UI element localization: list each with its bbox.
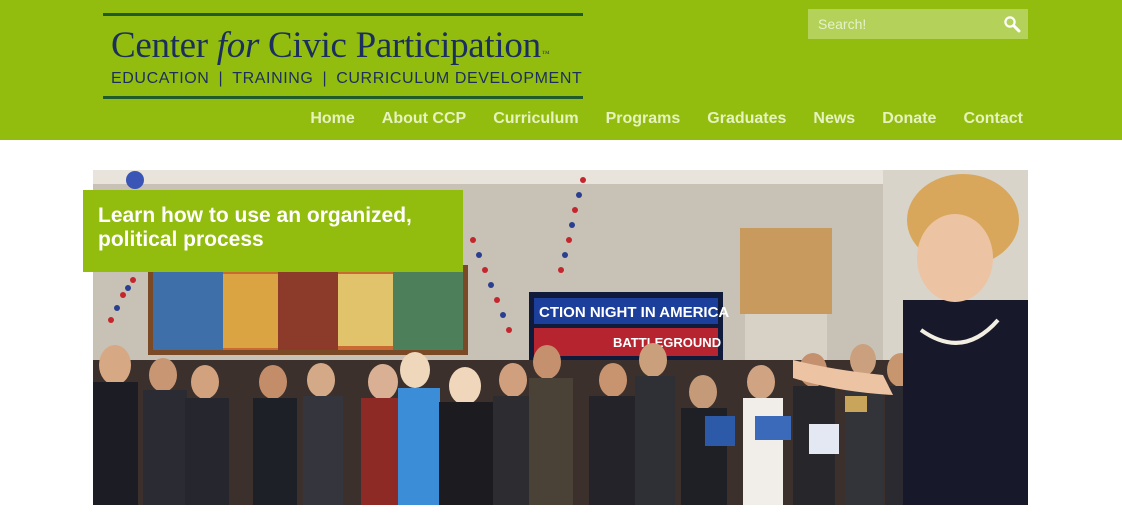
- site-header: Center for Civic Participation™ EDUCATIO…: [0, 0, 1122, 140]
- nav-curriculum[interactable]: Curriculum: [493, 110, 578, 128]
- logo-title: Center for Civic Participation™: [111, 25, 550, 66]
- search-box: [808, 9, 1028, 39]
- nav-programs[interactable]: Programs: [606, 110, 681, 128]
- main-nav: Home About CCP Curriculum Programs Gradu…: [310, 108, 1023, 130]
- hero-caption-text: Learn how to use an organized, political…: [98, 204, 412, 251]
- tv-battleground-text: BATTLEGROUND: [613, 335, 721, 350]
- nav-graduates[interactable]: Graduates: [707, 110, 786, 128]
- trademark-symbol: ™: [541, 49, 550, 58]
- magnifier-icon[interactable]: [1003, 15, 1021, 33]
- site-logo[interactable]: Center for Civic Participation™ EDUCATIO…: [103, 13, 583, 99]
- nav-donate[interactable]: Donate: [882, 110, 936, 128]
- nav-home[interactable]: Home: [310, 110, 354, 128]
- nav-about[interactable]: About CCP: [382, 110, 466, 128]
- nav-news[interactable]: News: [813, 110, 855, 128]
- search-input[interactable]: [808, 9, 998, 39]
- logo-tagline: EDUCATION | TRAINING | CURRICULUM DEVELOPMEN…: [111, 70, 583, 87]
- hero-caption: Learn how to use an organized, political…: [83, 190, 463, 272]
- tv-screen-text: CTION NIGHT IN AMERICA: [539, 304, 729, 321]
- nav-contact[interactable]: Contact: [963, 110, 1023, 128]
